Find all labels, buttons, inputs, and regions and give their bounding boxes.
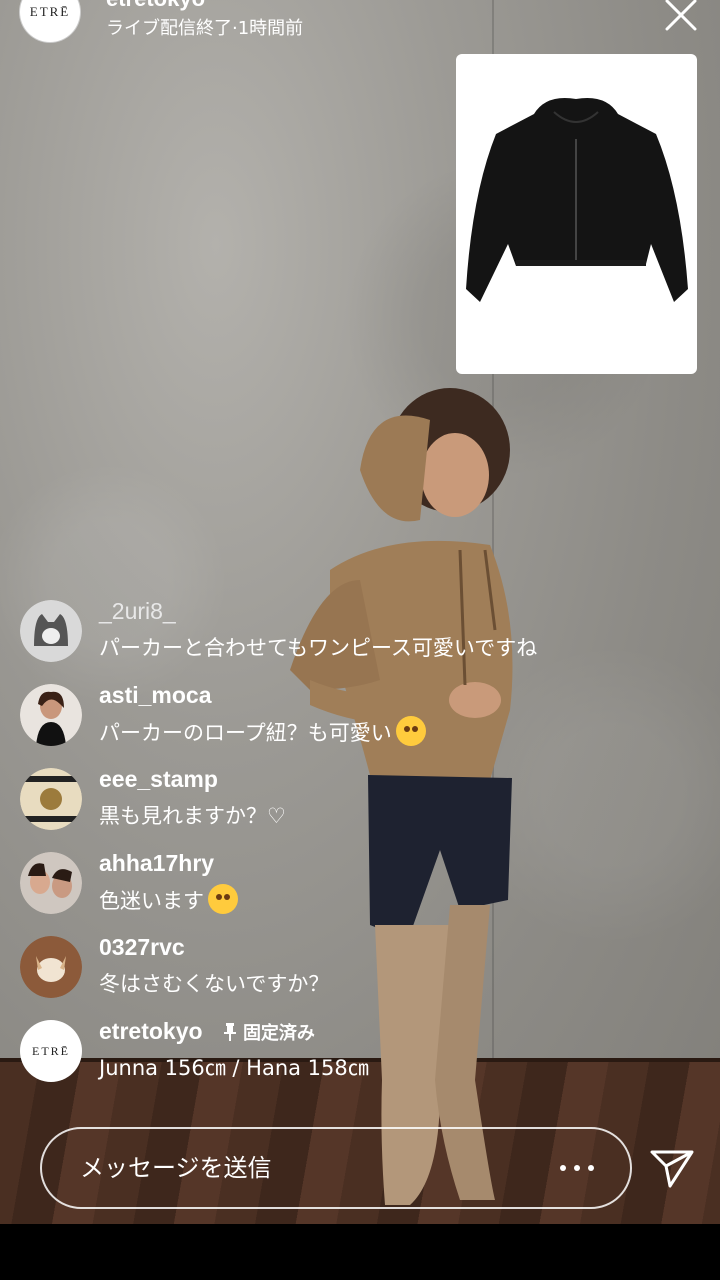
header-username[interactable]: etretokyo xyxy=(106,0,205,12)
user-avatar[interactable] xyxy=(20,852,82,914)
message-input[interactable]: メッセージを送信 xyxy=(80,1129,272,1207)
comment-username[interactable]: ahha17hry xyxy=(99,850,214,877)
comment-item: ahha17hry 色迷います xyxy=(20,850,700,934)
more-icon[interactable] xyxy=(560,1153,594,1183)
user-avatar[interactable] xyxy=(20,936,82,998)
comment-item: _2uri8_ パーカーと合わせてもワンピース可愛いですね xyxy=(20,598,700,682)
comment-username[interactable]: 0327rvc xyxy=(99,934,185,961)
brand-logo-text: ETRĒ xyxy=(32,1043,70,1058)
brand-logo-text: ETRĒ xyxy=(29,4,71,19)
comment-username[interactable]: asti_moca xyxy=(99,682,212,709)
smiling-hearts-emoji-icon xyxy=(395,716,426,746)
message-bar: メッセージを送信 xyxy=(40,1127,632,1209)
close-icon[interactable] xyxy=(662,0,700,34)
send-icon[interactable] xyxy=(648,1144,696,1192)
user-avatar[interactable] xyxy=(20,600,82,662)
comment-item: asti_moca パーカーのロープ紐？も可愛い xyxy=(20,682,700,766)
comment-list: _2uri8_ パーカーと合わせてもワンピース可愛いですね asti_moca … xyxy=(20,598,700,1102)
comment-text-row: パーカーのロープ紐？も可愛い xyxy=(99,716,426,747)
pin-icon xyxy=(223,1023,236,1041)
pinned-username-row: etretokyo 固定済み xyxy=(99,1018,315,1045)
star-struck-emoji-icon xyxy=(208,884,238,914)
comment-text: パーカーと合わせてもワンピース可愛いですね xyxy=(99,636,538,660)
brand-avatar-small[interactable]: ETRĒ xyxy=(20,1020,82,1082)
comment-text: Junna 156㎝ / Hana 158㎝ xyxy=(99,1056,369,1080)
comment-text: 黒も見れますか？♡ xyxy=(99,804,286,828)
comment-item: eee_stamp 黒も見れますか？♡ xyxy=(20,766,700,850)
live-status: ライブ配信終了·1時間前 xyxy=(106,18,304,39)
pinned-label-row: 固定済み xyxy=(223,1023,315,1043)
product-card[interactable] xyxy=(456,54,697,374)
user-avatar[interactable] xyxy=(20,768,82,830)
comment-username[interactable]: etretokyo xyxy=(99,1018,203,1044)
comment-username[interactable]: eee_stamp xyxy=(99,766,218,793)
black-hoodie-image xyxy=(466,98,688,302)
comment-text: 色迷います xyxy=(99,889,204,913)
comment-text: パーカーのロープ紐？も可愛い xyxy=(99,721,392,745)
live-video-screen: ETRĒ etretokyo ライブ配信終了·1時間前 _2uri8_ パーカー… xyxy=(0,0,720,1224)
pinned-label: 固定済み xyxy=(242,1023,315,1043)
comment-text-row: 色迷います xyxy=(99,884,238,915)
comment-username[interactable]: _2uri8_ xyxy=(99,598,176,625)
comment-text: 冬はさむくないですか？ xyxy=(99,972,330,996)
pinned-comment: ETRĒ etretokyo 固定済み Junna 156㎝ / Hana 15… xyxy=(20,1018,700,1102)
comment-item: 0327rvc 冬はさむくないですか？ xyxy=(20,934,700,1018)
live-header: ETRĒ etretokyo ライブ配信終了·1時間前 xyxy=(0,0,720,50)
brand-avatar[interactable]: ETRĒ xyxy=(20,0,80,42)
user-avatar[interactable] xyxy=(20,684,82,746)
